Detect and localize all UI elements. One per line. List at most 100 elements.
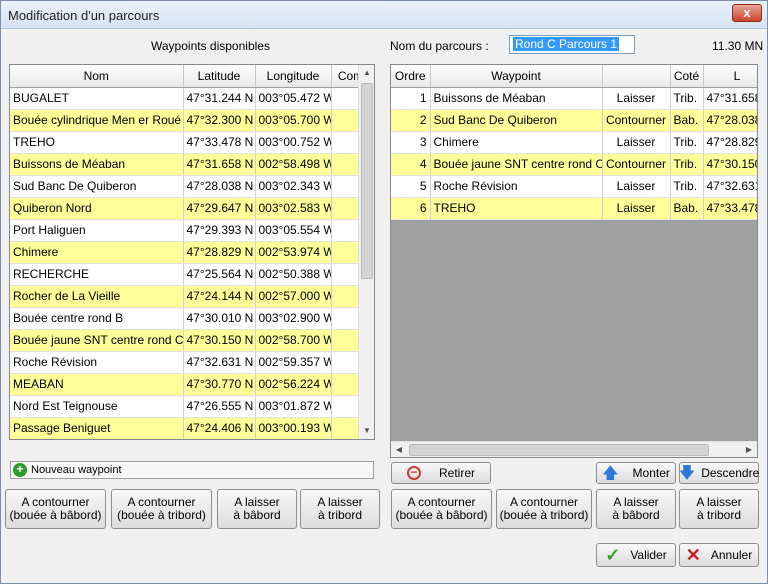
cell-nom: Nord Est Teignouse — [10, 395, 184, 418]
available-waypoints-label: Waypoints disponibles — [151, 39, 270, 53]
right-horizontal-scrollbar[interactable]: ◀ ▶ — [391, 441, 757, 457]
right-laisser-tribord-button[interactable]: A laisser à tribord — [679, 489, 759, 529]
cell-action: Laisser — [602, 197, 671, 220]
column-header-longitude[interactable]: Longitude — [255, 65, 332, 88]
table-row[interactable]: Port Haliguen 47°29.393 N 003°05.554 W — [10, 219, 371, 242]
table-row[interactable]: TREHO 47°33.478 N 003°00.752 W — [10, 131, 371, 154]
left-laisser-tribord-button[interactable]: A laisser à tribord — [300, 489, 380, 529]
table-row[interactable]: BUGALET 47°31.244 N 003°05.472 W — [10, 87, 371, 110]
cell-cote: Trib. — [670, 153, 704, 176]
cell-longitude: 002°57.000 W — [255, 285, 332, 308]
table-row[interactable]: 6 TREHO Laisser Bab. 47°33.478 — [391, 197, 757, 220]
table-row[interactable]: 4 Bouée jaune SNT centre rond C Contourner… — [391, 153, 757, 176]
cell-cote: Trib. — [670, 131, 704, 154]
table-row[interactable]: 3 Chimere Laisser Trib. 47°28.829 — [391, 131, 757, 154]
cell-latitude: 47°32.300 N — [183, 109, 256, 132]
cell-latitude: 47°24.406 N — [183, 417, 256, 439]
cell-cote: Trib. — [670, 87, 704, 110]
route-name-input[interactable]: Rond C Parcours 1 — [509, 35, 635, 54]
scroll-thumb[interactable] — [361, 83, 373, 279]
annuler-button[interactable]: ✕ Annuler — [679, 543, 759, 567]
table-row[interactable]: Chimere 47°28.829 N 002°53.974 W — [10, 241, 371, 264]
left-contourner-babord-button[interactable]: A contourner (bouée à bâbord) — [5, 489, 106, 529]
cell-action: Contourner — [602, 109, 671, 132]
cell-latitude: 47°25.564 N — [183, 263, 256, 286]
annuler-label: Annuler — [710, 547, 753, 562]
cell-waypoint: Bouée jaune SNT centre rond C — [430, 153, 603, 176]
table-row[interactable]: Rocher de La Vieille 47°24.144 N 002°57.00… — [10, 285, 371, 308]
cell-nom: Sud Banc De Quiberon — [10, 175, 184, 198]
left-laisser-babord-button[interactable]: A laisser à bâbord — [217, 489, 297, 529]
check-icon: ✓ — [605, 544, 621, 565]
cell-latitude: 47°28.829 N — [183, 241, 256, 264]
cell-nom: MEABAN — [10, 373, 184, 396]
button-line-2: à tribord — [696, 508, 742, 522]
column-header-ordre[interactable]: Ordre — [391, 65, 431, 88]
descendre-label: Descendre — [701, 465, 760, 480]
cell-nom: RECHERCHE — [10, 263, 184, 286]
column-header-latitude[interactable]: Latitude — [183, 65, 256, 88]
table-row[interactable]: Roche Révision 47°32.631 N 002°59.357 W — [10, 351, 371, 374]
cell-latitude: 47°30.010 N — [183, 307, 256, 330]
right-laisser-babord-button[interactable]: A laisser à bâbord — [596, 489, 676, 529]
cell-latitude: 47°29.647 N — [183, 197, 256, 220]
valider-button[interactable]: ✓ Valider — [596, 543, 676, 567]
column-header-action[interactable] — [602, 65, 671, 88]
table-row[interactable]: Nord Est Teignouse 47°26.555 N 003°01.872 … — [10, 395, 371, 418]
cell-waypoint: Roche Révision — [430, 175, 603, 198]
table-row[interactable]: 5 Roche Révision Laisser Trib. 47°32.631 — [391, 175, 757, 198]
scroll-thumb[interactable] — [409, 444, 709, 456]
table-row[interactable]: 1 Buissons de Méaban Laisser Trib. 47°31.658 — [391, 87, 757, 110]
table-row[interactable]: Passage Beniguet 47°24.406 N 003°00.193 W — [10, 417, 371, 439]
cell-longitude: 003°02.343 W — [255, 175, 332, 198]
monter-button[interactable]: 🡅 Monter — [596, 462, 676, 484]
table-row[interactable]: Bouée jaune SNT centre rond C 47°30.150 N… — [10, 329, 371, 352]
cell-longitude: 002°56.224 W — [255, 373, 332, 396]
cross-icon: ✕ — [685, 544, 701, 565]
right-contourner-babord-button[interactable]: A contourner (bouée à bâbord) — [391, 489, 492, 529]
column-header-cote[interactable]: Coté — [670, 65, 704, 88]
close-button[interactable]: x — [732, 4, 762, 22]
cell-action: Laisser — [602, 87, 671, 110]
scroll-up-icon[interactable]: ▲ — [359, 65, 374, 81]
left-vertical-scrollbar[interactable]: ▲ ▼ — [358, 65, 374, 439]
cell-latitude: 47°28.038 N — [183, 175, 256, 198]
cell-longitude: 003°05.472 W — [255, 87, 332, 110]
cell-cote: Bab. — [670, 197, 704, 220]
empty-grid-area — [391, 220, 757, 441]
cell-latitude: 47°33.478 N — [183, 131, 256, 154]
new-waypoint-button[interactable]: + Nouveau waypoint — [10, 461, 374, 479]
cell-latitude: 47°32.631 — [703, 175, 757, 198]
column-header-waypoint[interactable]: Waypoint — [430, 65, 603, 88]
table-row[interactable]: Sud Banc De Quiberon 47°28.038 N 003°02.34… — [10, 175, 371, 198]
scroll-down-icon[interactable]: ▼ — [359, 423, 374, 439]
cell-nom: Roche Révision — [10, 351, 184, 374]
table-row[interactable]: RECHERCHE 47°25.564 N 002°50.388 W — [10, 263, 371, 286]
scroll-right-icon[interactable]: ▶ — [741, 442, 757, 457]
column-header-nom[interactable]: Nom — [10, 65, 184, 88]
button-line-2: (bouée à bâbord) — [395, 508, 488, 522]
table-row[interactable]: 2 Sud Banc De Quiberon Contourner Bab. 47°28… — [391, 109, 757, 132]
left-contourner-tribord-button[interactable]: A contourner (bouée à tribord) — [111, 489, 212, 529]
table-row[interactable]: Bouée centre rond B 47°30.010 N 003°02.900… — [10, 307, 371, 330]
cell-ordre: 2 — [391, 109, 431, 132]
cell-ordre: 3 — [391, 131, 431, 154]
retirer-button[interactable]: − Retirer — [391, 462, 491, 484]
arrow-up-icon: 🡅 — [602, 464, 619, 482]
table-row[interactable]: Bouée cylindrique Men er Roué 47°32.300 N… — [10, 109, 371, 132]
right-contourner-tribord-button[interactable]: A contourner (bouée à tribord) — [496, 489, 592, 529]
cell-nom: Bouée jaune SNT centre rond C — [10, 329, 184, 352]
table-row[interactable]: Quiberon Nord 47°29.647 N 003°02.583 W — [10, 197, 371, 220]
column-header-latitude[interactable]: L — [703, 65, 757, 88]
cell-nom: Chimere — [10, 241, 184, 264]
scroll-left-icon[interactable]: ◀ — [391, 442, 407, 457]
table-row[interactable]: Buissons de Méaban 47°31.658 N 002°58.498 … — [10, 153, 371, 176]
table-row[interactable]: MEABAN 47°30.770 N 002°56.224 W — [10, 373, 371, 396]
cell-waypoint: TREHO — [430, 197, 603, 220]
descendre-button[interactable]: 🡇 Descendre — [679, 462, 759, 484]
cell-latitude: 47°26.555 N — [183, 395, 256, 418]
cell-latitude: 47°29.393 N — [183, 219, 256, 242]
cell-longitude: 003°00.752 W — [255, 131, 332, 154]
cell-latitude: 47°30.150 N — [183, 329, 256, 352]
monter-label: Monter — [632, 465, 670, 480]
